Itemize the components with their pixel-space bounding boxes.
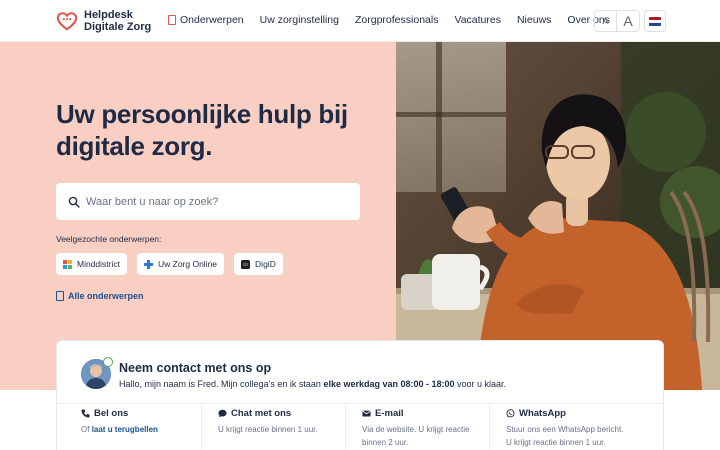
channel-desc-prefix: Of xyxy=(81,425,90,434)
search-input[interactable] xyxy=(86,195,346,208)
site-logo[interactable]: Helpdesk Digitale Zorg xyxy=(56,9,151,33)
nav-item-vacatures[interactable]: Vacatures xyxy=(454,14,501,26)
topic-chip-minddistrict[interactable]: Minddistrict xyxy=(56,253,127,275)
header-tools: A A xyxy=(594,10,666,32)
digid-icon xyxy=(241,259,251,269)
contact-intro-end: voor u klaar. xyxy=(457,379,507,389)
contact-channels: Bel ons Of laat u terugbellen Chat met o… xyxy=(57,404,663,449)
contact-card: Neem contact met ons op Hallo, mijn naam… xyxy=(56,340,664,450)
site-header: Helpdesk Digitale Zorg Onderwerpen Uw zo… xyxy=(0,0,720,42)
search-icon xyxy=(68,196,80,208)
document-icon xyxy=(168,15,176,25)
font-smaller-button[interactable]: A xyxy=(595,11,617,31)
popular-topics: Minddistrict Uw Zorg Online DigiD xyxy=(56,253,293,275)
brand-name: Helpdesk Digitale Zorg xyxy=(84,9,151,33)
chip-label: Uw Zorg Online xyxy=(157,259,218,269)
channel-chat[interactable]: Chat met ons U krijgt reactie binnen 1 u… xyxy=(201,404,345,449)
phone-icon xyxy=(81,409,90,418)
nav-item-zorgprofessionals[interactable]: Zorgprofessionals xyxy=(355,14,438,26)
hero-title: Uw persoonlijke hulp bij digitale zorg. xyxy=(56,99,348,161)
channel-header: Chat met ons xyxy=(218,408,345,419)
channel-email[interactable]: E-mail Via de website. U krijgt reactie … xyxy=(345,404,489,449)
font-larger-button[interactable]: A xyxy=(617,11,639,31)
channel-header: E-mail xyxy=(362,408,489,419)
contact-hours: elke werkdag van 08:00 - 18:00 xyxy=(323,379,455,389)
nav-label: Zorgprofessionals xyxy=(355,14,439,26)
nav-label: Nieuws xyxy=(516,14,552,26)
contact-title: Neem contact met ons op xyxy=(119,361,272,375)
channel-title: Bel ons xyxy=(94,408,129,419)
nav-label: Onderwerpen xyxy=(180,14,244,26)
minddistrict-icon xyxy=(63,259,72,269)
channel-header: WhatsApp xyxy=(506,408,633,419)
popular-topics-label: Veelgezochte onderwerpen: xyxy=(56,234,162,244)
chip-label: Minddistrict xyxy=(77,259,120,269)
whatsapp-icon xyxy=(506,409,515,418)
language-button[interactable] xyxy=(644,10,666,32)
contact-intro: Hallo, mijn naam is Fred. Mijn collega’s… xyxy=(119,379,506,389)
brand-line-1: Helpdesk xyxy=(84,9,133,21)
brand-line-2: Digitale Zorg xyxy=(84,21,152,33)
channel-title: E-mail xyxy=(375,408,404,419)
chip-label: DigiD xyxy=(255,259,276,269)
all-topics-link[interactable]: Alle onderwerpen xyxy=(56,291,144,301)
plus-cross-icon xyxy=(143,259,153,269)
flag-nl-icon xyxy=(649,16,661,26)
search-box[interactable] xyxy=(56,183,360,220)
channel-description: Stuur ons een WhatsApp bericht. U krijgt… xyxy=(506,425,624,447)
chat-bubble-icon xyxy=(103,357,113,367)
nav-label: Uw zorginstelling xyxy=(259,14,339,26)
nav-item-zorginstelling[interactable]: Uw zorginstelling xyxy=(260,14,339,26)
all-topics-label: Alle onderwerpen xyxy=(68,291,144,301)
channel-description: U krijgt reactie binnen 1 uur. xyxy=(218,425,318,434)
nav-label: Vacatures xyxy=(454,14,501,26)
topic-chip-digid[interactable]: DigiD xyxy=(234,253,283,275)
channel-description: Of laat u terugbellen xyxy=(81,423,205,436)
chat-icon xyxy=(218,409,227,418)
mail-icon xyxy=(362,410,371,417)
heart-chat-logo-icon xyxy=(56,12,78,31)
topic-chip-uw-zorg-online[interactable]: Uw Zorg Online xyxy=(136,253,225,275)
woman-with-phone-illustration xyxy=(396,42,720,390)
nav-item-nieuws[interactable]: Nieuws xyxy=(517,14,551,26)
channel-whatsapp[interactable]: WhatsApp Stuur ons een WhatsApp bericht.… xyxy=(489,404,633,449)
book-icon xyxy=(56,291,64,301)
main-nav: Onderwerpen Uw zorginstelling Zorgprofes… xyxy=(168,14,626,26)
channel-header: Bel ons xyxy=(81,408,201,419)
channel-title: Chat met ons xyxy=(231,408,292,419)
channel-phone[interactable]: Bel ons Of laat u terugbellen xyxy=(57,404,201,449)
nav-item-onderwerpen[interactable]: Onderwerpen xyxy=(168,14,244,26)
callback-link[interactable]: laat u terugbellen xyxy=(92,425,158,434)
contact-intro-start: Hallo, mijn naam is Fred. Mijn collega’s… xyxy=(119,379,321,389)
font-size-toggle: A A xyxy=(594,10,640,32)
channel-title: WhatsApp xyxy=(519,408,566,419)
channel-description: Via de website. U krijgt reactie binnen … xyxy=(362,425,470,447)
hero-photo xyxy=(396,42,720,390)
